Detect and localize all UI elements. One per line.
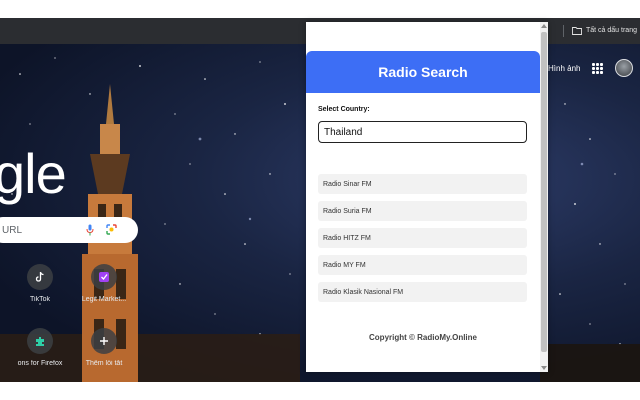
shortcut-label: Thêm lối tắt (85, 360, 123, 367)
search-placeholder: URL (2, 224, 23, 236)
radio-search-popup: Radio Search Select Country: Radio Sinar… (306, 22, 548, 372)
add-shortcut-button[interactable]: Thêm lối tắt (69, 328, 139, 367)
station-item[interactable]: Radio Sinar FM (318, 174, 527, 194)
all-bookmarks-button[interactable]: Tất cả dấu trang (572, 26, 637, 35)
station-item[interactable]: Radio MY FM (318, 255, 527, 275)
avatar[interactable] (615, 59, 634, 77)
screen: Tất cả dấu trang gle URL Hình ảnh TikTok… (0, 0, 640, 400)
station-item[interactable]: Radio Suria FM (318, 201, 527, 221)
microphone-icon[interactable] (86, 224, 94, 236)
shortcut-firefox-addons[interactable]: ons for Firefox (5, 328, 75, 367)
tiktok-icon (27, 264, 53, 290)
all-bookmarks-label: Tất cả dấu trang (586, 27, 637, 34)
station-item[interactable]: Radio HITZ FM (318, 228, 527, 248)
images-link[interactable]: Hình ảnh (548, 64, 580, 73)
scrollbar-thumb[interactable] (541, 32, 547, 352)
popup-content: Radio Search Select Country: Radio Sinar… (306, 22, 540, 372)
checklist-icon (91, 264, 117, 290)
page-bottom-area (0, 382, 640, 400)
popup-header: Radio Search (306, 51, 540, 93)
google-logo: gle (0, 142, 67, 205)
plus-icon (91, 328, 117, 354)
popup-scrollbar[interactable] (540, 22, 548, 372)
search-box[interactable]: URL (0, 217, 138, 243)
shortcut-label: ons for Firefox (17, 360, 63, 367)
google-lens-icon[interactable] (105, 223, 118, 236)
station-item[interactable]: Radio Klasik Nasional FM (318, 282, 527, 302)
folder-icon (572, 27, 582, 35)
google-apps-icon[interactable] (592, 62, 604, 74)
station-list: Radio Sinar FM Radio Suria FM Radio HITZ… (318, 174, 527, 309)
bookmarks-separator (563, 25, 564, 37)
shortcut-label: Legit Market... (81, 296, 127, 303)
shortcut-legit-market[interactable]: Legit Market... (69, 264, 139, 303)
scroll-down-arrow-icon[interactable] (541, 366, 547, 370)
scroll-up-arrow-icon[interactable] (541, 24, 547, 28)
country-input[interactable] (318, 121, 527, 143)
popup-title: Radio Search (378, 64, 468, 80)
ntp-header-right: Hình ảnh (548, 59, 634, 77)
country-label: Select Country: (318, 106, 370, 113)
firefox-addon-icon (27, 328, 53, 354)
copyright-text: Copyright © RadioMy.Online (369, 333, 477, 342)
shortcut-label: TikTok (30, 296, 50, 303)
shortcut-tiktok[interactable]: TikTok (5, 264, 75, 303)
